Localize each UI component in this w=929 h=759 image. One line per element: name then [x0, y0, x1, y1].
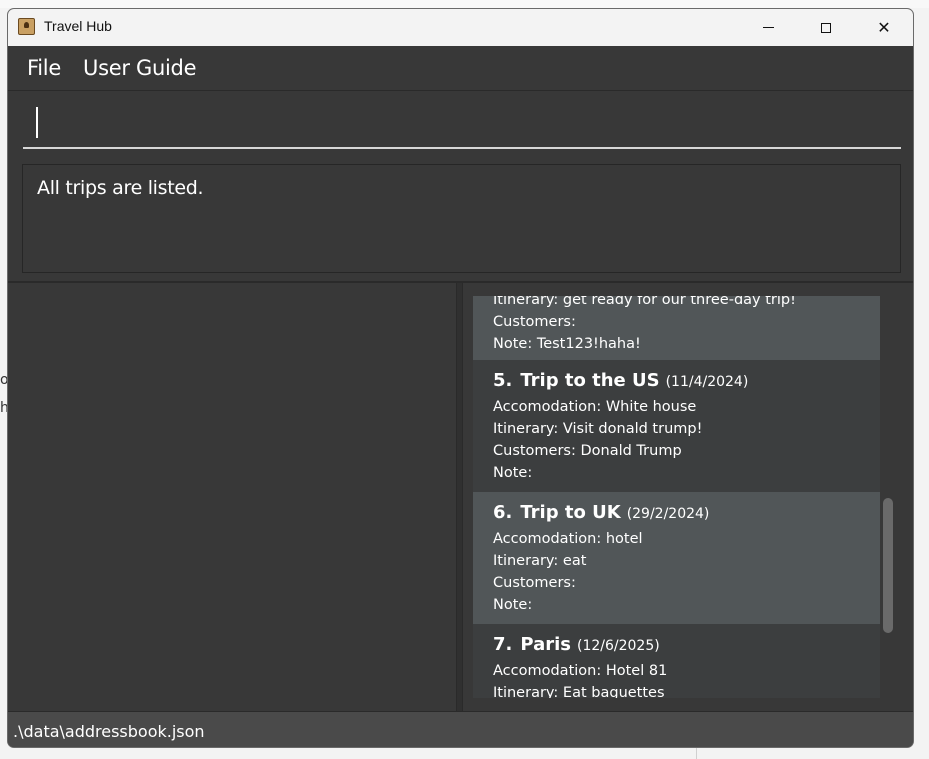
result-display: All trips are listed.	[8, 157, 913, 283]
trip-itinerary: Itinerary: eat	[493, 553, 587, 569]
trip-itinerary: Itinerary: Eat baguettes	[493, 685, 665, 698]
close-icon: ✕	[877, 18, 891, 37]
status-bar: .\data\addressbook.json	[8, 711, 913, 747]
trip-card[interactable]: Itinerary: get ready for our three-day t…	[473, 296, 880, 360]
menu-file[interactable]: File	[27, 56, 61, 80]
trip-name: Paris	[520, 634, 571, 655]
trip-note: Note: Test123!haha!	[493, 336, 641, 352]
trip-card[interactable]: 7. Paris (12/6/2025) Accomodation: Hotel…	[473, 624, 880, 698]
minimize-icon	[762, 27, 774, 28]
trip-header: 6. Trip to UK (29/2/2024)	[493, 502, 880, 528]
text-cursor	[36, 107, 38, 138]
maximize-icon	[821, 22, 831, 33]
trip-itinerary: Itinerary: get ready for our three-day t…	[493, 296, 796, 308]
trip-note: Note:	[493, 597, 533, 613]
trip-name: Trip to UK	[520, 502, 621, 523]
trip-header: 7. Paris (12/6/2025)	[493, 634, 880, 660]
trip-date: (12/6/2025)	[577, 638, 660, 654]
trip-customers: Customers:	[493, 314, 576, 330]
background-divider	[696, 748, 697, 759]
command-box	[8, 91, 913, 158]
scrollbar-track[interactable]	[880, 296, 902, 698]
trip-name: Trip to the US	[520, 370, 660, 391]
scrollbar-thumb[interactable]	[883, 498, 893, 633]
save-file-path: .\data\addressbook.json	[13, 722, 205, 741]
trip-index: 6.	[493, 502, 513, 523]
minimize-button[interactable]	[739, 9, 797, 46]
trip-customers: Customers: Donald Trump	[493, 443, 682, 459]
trip-customers: Customers:	[493, 575, 576, 591]
split-pane-divider[interactable]	[456, 283, 463, 711]
trip-card[interactable]: 6. Trip to UK (29/2/2024) Accomodation: …	[473, 492, 880, 624]
menu-bar: File User Guide	[8, 46, 913, 91]
trip-header: 5. Trip to the US (11/4/2024)	[493, 370, 880, 396]
left-panel	[8, 283, 456, 711]
trip-index: 7.	[493, 634, 513, 655]
result-message: All trips are listed.	[37, 177, 204, 199]
trip-date: (11/4/2024)	[665, 374, 749, 390]
menu-user-guide[interactable]: User Guide	[83, 56, 197, 80]
trip-accommodation: Accomodation: White house	[493, 399, 697, 415]
close-button[interactable]: ✕	[855, 9, 913, 46]
app-logo-icon	[18, 18, 35, 35]
maximize-button[interactable]	[797, 9, 855, 46]
trip-itinerary: Itinerary: Visit donald trump!	[493, 421, 703, 437]
trip-note: Note:	[493, 465, 533, 481]
trip-index: 5.	[493, 370, 513, 391]
trip-list-panel: Itinerary: get ready for our three-day t…	[463, 283, 913, 711]
trip-list[interactable]: Itinerary: get ready for our three-day t…	[473, 296, 880, 698]
command-input[interactable]	[23, 99, 901, 149]
window-title: Travel Hub	[44, 18, 112, 34]
trip-accommodation: Accomodation: Hotel 81	[493, 663, 668, 679]
trip-date: (29/2/2024)	[626, 506, 710, 522]
title-bar[interactable]: Travel Hub ✕	[8, 9, 913, 46]
trip-accommodation: Accomodation: hotel	[493, 531, 643, 547]
desktop-top-strip	[0, 0, 929, 8]
trip-card[interactable]: 5. Trip to the US (11/4/2024) Accomodati…	[473, 360, 880, 492]
result-box[interactable]: All trips are listed.	[22, 164, 901, 273]
app-window: Travel Hub ✕ File User Guide All trips a…	[7, 8, 914, 748]
